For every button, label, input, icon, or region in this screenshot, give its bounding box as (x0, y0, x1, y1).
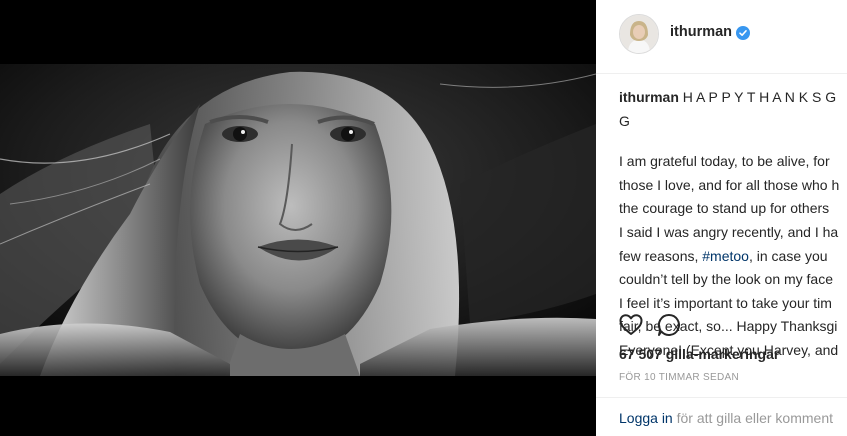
caption-title-continued: G (619, 112, 630, 129)
caption-line: couldn’t tell by the look on my face (619, 271, 834, 288)
comment-icon[interactable] (656, 312, 682, 338)
caption-body: I am grateful today, to be alive, for th… (619, 150, 847, 362)
username-link[interactable]: ithurman (670, 24, 732, 40)
post-header: ithurman (596, 0, 847, 74)
caption-title-line: ithurman H A P P Y T H A N K S G (619, 86, 847, 110)
caption-username[interactable]: ithurman (619, 89, 679, 105)
portrait-image (0, 64, 596, 376)
comment-footer: Logga in för att gilla eller komment (596, 397, 847, 436)
avatar[interactable] (619, 14, 659, 54)
caption-line: few reasons, #metoo, in case you (619, 245, 847, 269)
login-prompt: Logga in för att gilla eller komment (619, 410, 833, 426)
login-prompt-text: för att gilla eller komment (672, 410, 834, 426)
post-details-panel: ithurman ithurman H A P P Y T H A N K S … (596, 0, 847, 436)
avatar-image (620, 15, 658, 53)
login-link[interactable]: Logga in (619, 410, 673, 426)
caption-text: , in case you (748, 247, 828, 264)
post-media (0, 0, 596, 436)
hashtag-link[interactable]: #metoo (702, 248, 749, 264)
caption-title: H A P P Y T H A N K S G (682, 89, 837, 105)
caption-text: few reasons, (619, 247, 703, 264)
post-timestamp[interactable]: FÖR 10 TIMMAR SEDAN (619, 372, 739, 383)
like-count[interactable]: 67 507 gilla-markeringar (619, 346, 779, 362)
caption-line: those I love, and for all those who h (619, 176, 840, 193)
post-photo[interactable] (0, 64, 596, 376)
caption-line: I said I was angry recently, and I ha (619, 223, 839, 240)
caption-line: I am grateful today, to be alive, for (619, 153, 830, 170)
caption-line: I feel it’s important to take your tim (619, 294, 832, 311)
post-caption: ithurman H A P P Y T H A N K S G G I am … (619, 86, 847, 363)
caption-line: the courage to stand up for others (619, 200, 830, 217)
heart-icon[interactable] (618, 312, 644, 338)
verified-badge-icon (736, 26, 750, 40)
caption-line: fair, be exact, so... Happy Thanksgi (619, 318, 838, 335)
